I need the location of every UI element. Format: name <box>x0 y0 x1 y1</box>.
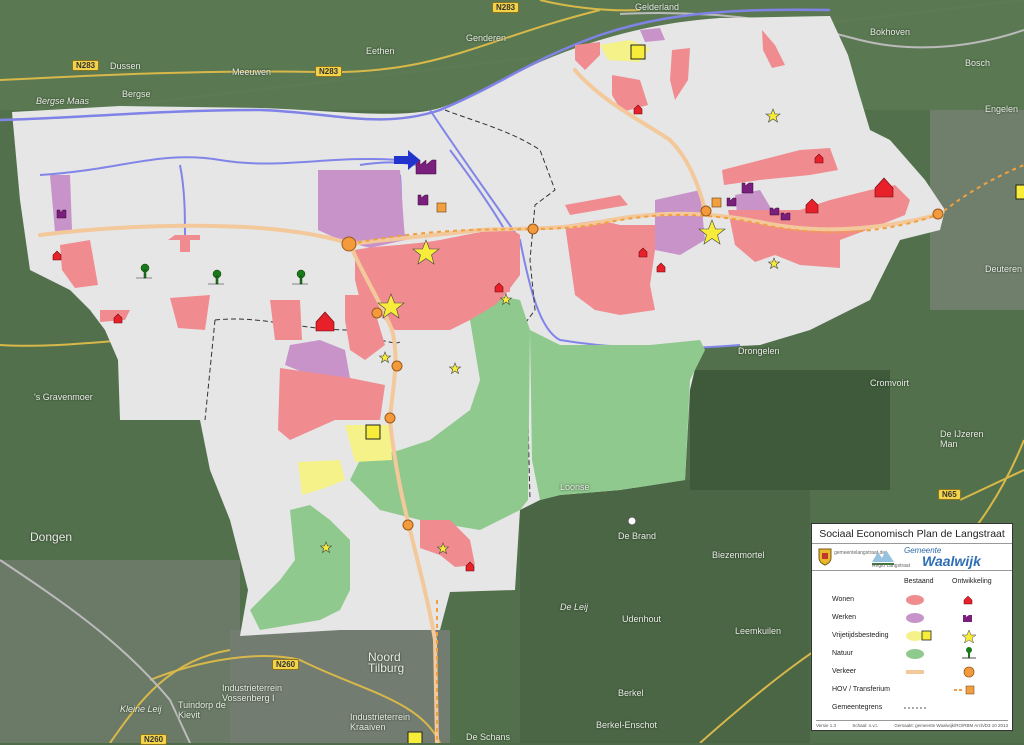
transfer-icon <box>711 197 722 208</box>
map-legend: Sociaal Economisch Plan de Langstraat ge… <box>811 523 1013 731</box>
place-label: Tuindorp de Kievit <box>178 700 226 720</box>
place-label: Eethen <box>366 46 395 56</box>
legend-title: Sociaal Economisch Plan de Langstraat <box>812 524 1012 544</box>
place-label: Genderen <box>466 33 507 43</box>
factory-icon <box>780 212 791 221</box>
footer-credit: Gemaakt: gemeente Waalwijk/RO/RBM Arch/D… <box>894 723 1008 728</box>
place-label: Bergse <box>122 89 151 99</box>
place-label: Drongelen <box>738 346 780 356</box>
place-label: Dussen <box>110 61 141 71</box>
place-label: Kleine Leij <box>120 704 162 714</box>
place-label: Bergse Maas <box>36 96 90 106</box>
legend-swatches <box>904 595 977 709</box>
transfer-icon <box>965 685 975 695</box>
road-shield: N260 <box>140 734 168 745</box>
de-brand-marker <box>627 516 637 526</box>
factory-icon <box>415 159 437 175</box>
factory-icon <box>417 194 429 206</box>
legend-col-development: Ontwikkeling <box>952 578 992 585</box>
square-icon <box>630 44 646 60</box>
tree-icon <box>962 647 976 659</box>
factory-icon <box>963 615 972 622</box>
swatch-werken <box>906 613 924 623</box>
place-label: Noord Tilburg <box>368 650 405 675</box>
place-label: De IJzeren Man <box>940 429 984 449</box>
footer-version: Versie 1.3 <box>816 723 837 728</box>
traffic-node-icon <box>391 360 403 372</box>
place-label: Deuteren <box>985 264 1023 274</box>
swatch-natuur <box>906 649 924 659</box>
transfer-icon <box>436 202 447 213</box>
place-label: Udenhout <box>622 614 662 624</box>
place-label: Biezenmortel <box>712 550 765 560</box>
factory-icon <box>56 209 67 219</box>
road-shield: N283 <box>492 2 520 13</box>
circle-icon <box>963 666 975 678</box>
traffic-node-icon <box>700 205 712 217</box>
place-label: Loonse <box>560 482 590 492</box>
place-label: Cromvoirt <box>870 378 910 388</box>
swatch-wonen <box>906 595 924 605</box>
place-label: Leemkuilen <box>735 626 782 636</box>
legend-col-existing: Bestaand <box>904 578 934 585</box>
factory-icon <box>741 182 754 194</box>
road-shield: N260 <box>272 659 300 670</box>
factory-icon <box>769 207 780 216</box>
logo-caption: Regio Langstraat <box>872 563 911 569</box>
place-label: Meeuwen <box>232 67 272 77</box>
place-label: Gelderland <box>635 2 680 12</box>
traffic-node-icon <box>384 412 396 424</box>
road-shield: N65 <box>938 489 961 500</box>
traffic-node-icon <box>371 307 383 319</box>
place-label: Berkel <box>618 688 644 698</box>
square-icon <box>1015 184 1024 200</box>
house-icon <box>963 595 973 605</box>
traffic-node-icon <box>341 236 357 252</box>
footer-scale: Schaal: n.v.t. <box>852 723 879 728</box>
factory-icon <box>726 197 737 207</box>
traffic-node-icon <box>932 208 944 220</box>
traffic-node-icon <box>402 519 414 531</box>
legend-logos: gemeentelangstraat.de Regio Langstraat G… <box>812 544 1012 571</box>
place-label: Bokhoven <box>870 27 911 37</box>
square-icon <box>407 731 423 743</box>
place-label: Engelen <box>985 104 1019 114</box>
brand-large: Waalwijk <box>922 553 981 569</box>
star-icon <box>961 629 977 644</box>
swatch-verkeer <box>906 670 924 674</box>
place-label: 's Gravenmoer <box>34 392 93 402</box>
place-label: De Schans <box>466 732 511 742</box>
swatch-vrijetijd <box>906 631 924 641</box>
road-shield: N283 <box>72 60 100 71</box>
place-label: Berkel-Enschot <box>596 720 658 730</box>
coat-of-arms-icon <box>818 548 832 566</box>
square-icon <box>921 630 932 641</box>
square-icon <box>365 424 381 440</box>
place-label: Bosch <box>965 58 991 68</box>
place-label: Industrieterrein Vossenberg I <box>222 683 283 703</box>
place-label: Industrieterrein Kraaiven <box>350 712 411 732</box>
place-label: De Brand <box>618 531 657 541</box>
place-label: De Leij <box>560 602 589 612</box>
place-label: Dongen <box>30 530 73 544</box>
road-shield: N283 <box>315 66 343 77</box>
legend-footer: Versie 1.3 Schaal: n.v.t. Gemaakt: gemee… <box>816 720 1008 728</box>
traffic-node-icon <box>527 223 539 235</box>
